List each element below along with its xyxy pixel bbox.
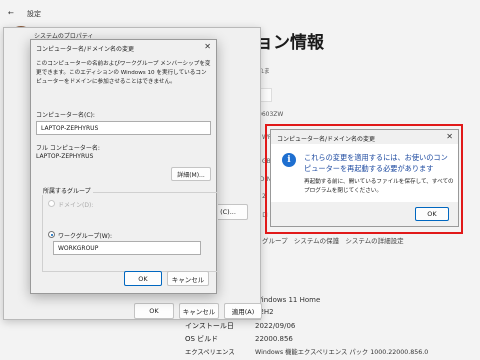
info-row-install-date: インストール日 2022/09/06 [185,322,296,330]
ok-button[interactable]: OK [124,271,162,286]
apply-button[interactable]: 適用(A) [224,303,262,319]
link-advanced-system-settings[interactable]: システムの詳細設定 [345,237,403,245]
computer-name-input[interactable]: LAPTOP-ZEPHYRUS [36,121,211,135]
detail-message: 再起動する前に、開いているファイルを保存して、すべてのプログラムを閉じてください… [304,179,454,194]
domain-radio[interactable] [48,200,55,207]
related-links: グループ システムの保護 システムの詳細設定 [262,235,404,245]
cancel-button[interactable]: キャンセル [167,271,209,286]
message-area: i これらの変更を適用するには、お使いのコンピューターを再起動する必要があります… [271,144,458,202]
workgroup-label: ワークグループ(W): [58,233,113,240]
info-row-os-build: OS ビルド 22000.856 [185,335,293,343]
ok-button[interactable]: OK [134,303,174,319]
full-name-label: フル コンピューター名: [36,145,100,152]
workgroup-radio[interactable] [48,231,55,238]
domain-label: ドメイン(D): [58,202,94,209]
link-system-protection[interactable]: システムの保護 [294,237,339,245]
computer-name-dialog: コンピューター名/ドメイン名の変更 ✕ このコンピューターの名前およびワークグル… [30,39,218,294]
partial-text: 0603ZW [258,111,284,118]
back-button[interactable]: ← [8,9,14,17]
info-row-experience: エクスペリエンス Windows 機能エクスペリエンス パック 1000.2200… [185,349,429,356]
ok-button[interactable]: OK [415,207,449,221]
info-icon: i [282,153,296,167]
details-button[interactable]: 詳細(M)... [171,167,211,181]
workgroup-input[interactable]: WORKGROUP [53,241,201,255]
restart-required-dialog: コンピューター名/ドメイン名の変更 ✕ i これらの変更を適用するには、お使いの… [270,129,459,227]
close-icon[interactable]: ✕ [446,132,453,141]
full-name-value: LAPTOP-ZEPHYRUS [36,153,94,160]
app-title: 設定 [27,10,41,18]
member-of-label: 所属するグループ [41,186,93,195]
dialog-title: コンピューター名/ドメイン名の変更 [36,46,135,53]
dialog-title: コンピューター名/ドメイン名の変更 [277,136,376,143]
computer-name-label: コンピューター名(C): [36,112,95,119]
cancel-button[interactable]: キャンセル [179,303,219,319]
page-title: ョン情報 [256,33,324,53]
main-message: これらの変更を適用するには、お使いのコンピューターを再起動する必要があります [304,153,448,173]
dialog-description: このコンピューターの名前およびワークグループ メンバーシップを変更できます。この… [36,61,211,85]
close-icon[interactable]: ✕ [204,42,211,51]
link-group[interactable]: グループ [262,237,288,245]
